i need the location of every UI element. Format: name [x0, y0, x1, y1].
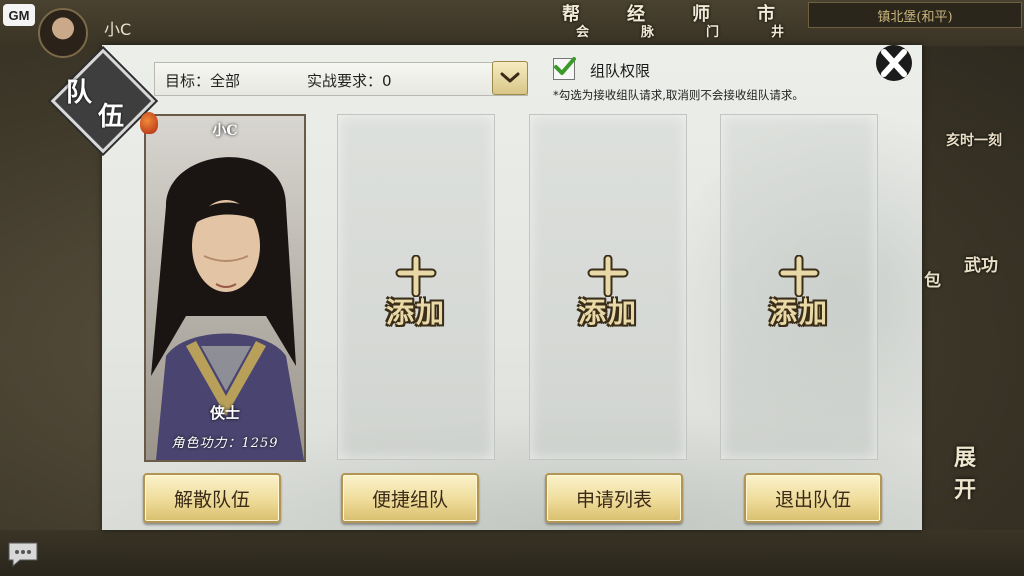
title-char-2: 伍: [98, 102, 125, 132]
add-slot-label: 添加: [577, 296, 638, 329]
add-member-slot-1[interactable]: 添加: [337, 114, 495, 460]
location-label[interactable]: 镇北堡(和平): [808, 2, 1022, 28]
team-title-badge: 队 伍: [50, 48, 158, 154]
team-member-card[interactable]: 小C 侠士 角色功力：1259: [144, 114, 306, 462]
martial-arts-button[interactable]: 武功: [964, 256, 1004, 276]
member-title: 侠士: [209, 404, 240, 422]
market-button[interactable]: 市 井: [757, 6, 801, 46]
add-slot-label: 添加: [385, 296, 446, 329]
member-name: 小C: [212, 123, 238, 139]
meridian-button-sub: 脉: [641, 25, 655, 40]
filter-requirement: 实战要求：0: [307, 72, 392, 90]
apply-list-button[interactable]: 申请列表: [545, 473, 683, 523]
team-permission-checkbox[interactable]: [553, 57, 576, 80]
add-member-slot-2[interactable]: 添加: [529, 114, 687, 460]
bag-button[interactable]: 包: [924, 266, 941, 291]
chat-bubble-icon[interactable]: [6, 540, 40, 568]
market-button-sub: 井: [771, 25, 785, 40]
add-slot-label: 添加: [768, 296, 829, 329]
add-member-slot-3[interactable]: 添加: [720, 114, 878, 460]
guild-button-main: 帮: [562, 4, 580, 25]
chevron-down-icon: [500, 72, 520, 83]
game-time: 亥时一刻: [946, 133, 1002, 149]
disband-team-button[interactable]: 解散队伍: [143, 473, 281, 523]
sect-button-main: 师: [692, 4, 710, 25]
checkmark-icon: [554, 57, 576, 75]
market-button-main: 市: [757, 4, 775, 25]
expand-label: 展开: [954, 445, 977, 503]
sect-button[interactable]: 师 门: [692, 6, 736, 46]
meridian-button[interactable]: 经 脉: [627, 6, 671, 46]
member-power: 角色功力：1259: [171, 436, 279, 451]
guild-button-sub: 会: [576, 25, 590, 40]
team-filter-bar[interactable]: 目标：全部 实战要求：0: [154, 62, 528, 96]
team-permission-label: 组队权限: [590, 62, 651, 80]
sect-button-sub: 门: [706, 25, 720, 40]
player-name: 小C: [104, 20, 132, 39]
close-icon[interactable]: [870, 40, 918, 86]
team-permission-hint: *勾选为接收组队请求,取消则不会接收组队请求。: [553, 88, 804, 102]
expand-button[interactable]: 展开: [912, 440, 980, 520]
meridian-button-main: 经: [627, 4, 645, 25]
quick-team-button[interactable]: 便捷组队: [341, 473, 479, 523]
filter-dropdown-button[interactable]: [492, 61, 528, 95]
guild-button[interactable]: 帮 会: [562, 6, 606, 46]
gm-badge[interactable]: GM: [3, 4, 35, 26]
tassel-icon: [140, 112, 158, 134]
filter-target: 目标：全部: [165, 72, 241, 90]
title-char-1: 队: [66, 78, 93, 108]
scene-bottom-strip: [0, 530, 1024, 576]
leave-team-button[interactable]: 退出队伍: [744, 473, 882, 523]
